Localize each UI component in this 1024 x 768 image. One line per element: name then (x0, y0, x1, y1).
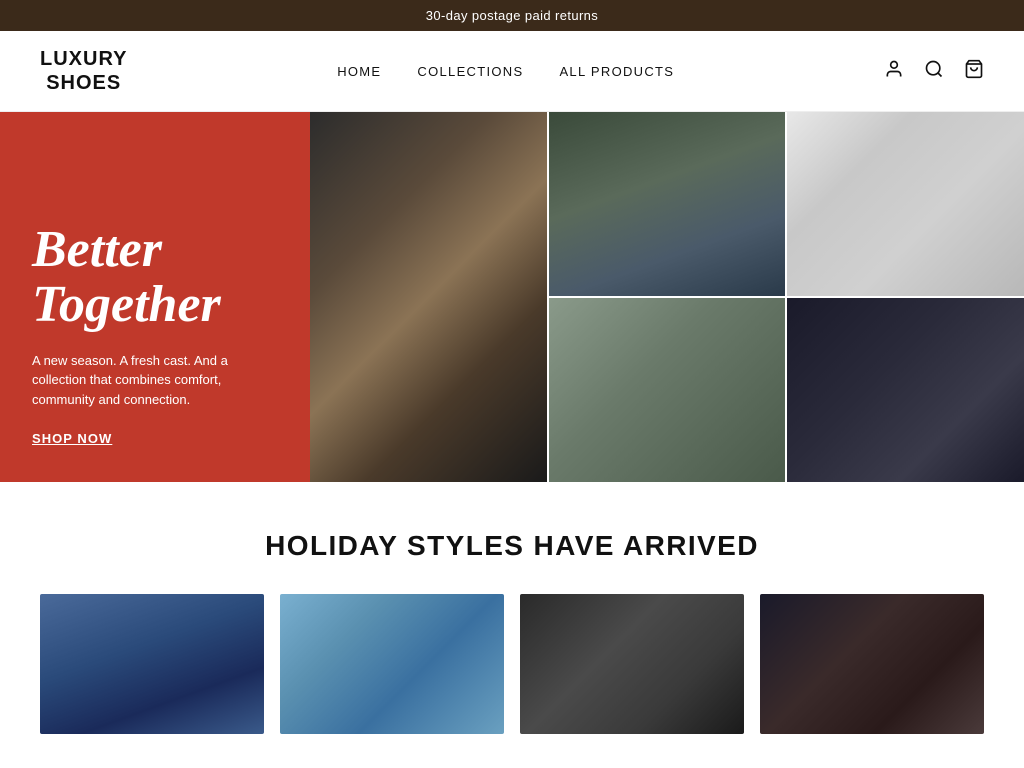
holiday-section: HOLIDAY STYLES HAVE ARRIVED (0, 482, 1024, 766)
hero-image-woman-jeans (310, 112, 547, 482)
hero-image-man-jacket (549, 112, 786, 296)
hero-image-woman-headphones (549, 298, 786, 482)
site-header: LUXURY SHOES HOME COLLECTIONS ALL PRODUC… (0, 31, 1024, 112)
cart-icon[interactable] (964, 59, 984, 84)
hero-image-man-black (787, 298, 1024, 482)
hero-image-grid (310, 112, 1024, 482)
site-logo[interactable]: LUXURY SHOES (40, 47, 127, 95)
nav-home[interactable]: HOME (337, 64, 381, 79)
holiday-card-4[interactable] (760, 594, 984, 734)
hero-cta[interactable]: SHOP NOW (32, 431, 278, 446)
holiday-grid (40, 594, 984, 734)
holiday-card-2[interactable] (280, 594, 504, 734)
hero-body: A new season. A fresh cast. And a collec… (32, 351, 278, 410)
holiday-card-1[interactable] (40, 594, 264, 734)
top-banner: 30-day postage paid returns (0, 0, 1024, 31)
header-icons (884, 59, 984, 84)
search-icon[interactable] (924, 59, 944, 84)
holiday-heading: HOLIDAY STYLES HAVE ARRIVED (40, 530, 984, 562)
holiday-card-3[interactable] (520, 594, 744, 734)
main-nav: HOME COLLECTIONS ALL PRODUCTS (337, 64, 674, 79)
hero-left-panel: Better Together A new season. A fresh ca… (0, 112, 310, 482)
hero-image-man-striped (787, 112, 1024, 296)
nav-collections[interactable]: COLLECTIONS (417, 64, 523, 79)
hero-section: Better Together A new season. A fresh ca… (0, 112, 1024, 482)
hero-heading: Better Together (32, 223, 278, 332)
account-icon[interactable] (884, 59, 904, 84)
banner-text: 30-day postage paid returns (426, 8, 598, 23)
nav-all-products[interactable]: ALL PRODUCTS (559, 64, 674, 79)
